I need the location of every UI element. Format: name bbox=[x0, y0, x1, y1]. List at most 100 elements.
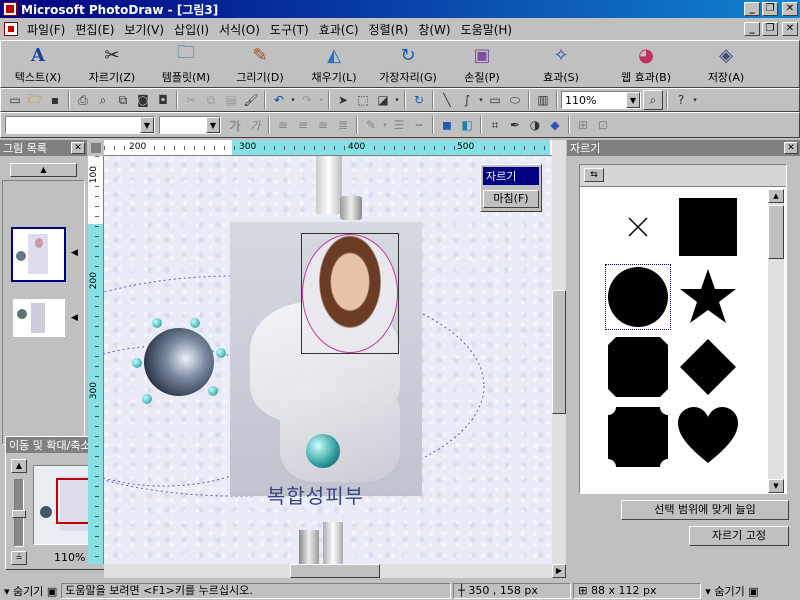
spiky-ball-graphic[interactable] bbox=[132, 318, 228, 408]
zoom-slider-track[interactable] bbox=[12, 479, 26, 547]
line-icon[interactable]: ╲ bbox=[437, 90, 457, 110]
camera-icon[interactable]: ◘ bbox=[153, 90, 173, 110]
hide-left-toggle[interactable]: ▾ 숨기기 ▣ bbox=[4, 583, 57, 599]
menu-view[interactable]: 보기(V) bbox=[119, 21, 169, 38]
notched-square-shape-icon[interactable] bbox=[606, 405, 670, 469]
zoom-in-button[interactable]: ▲ bbox=[11, 459, 27, 473]
menu-tools[interactable]: 도구(T) bbox=[265, 21, 314, 38]
zoom-select[interactable]: 110% ▼ bbox=[561, 91, 641, 109]
color-fill-icon[interactable]: ◆ bbox=[545, 115, 565, 135]
pen-icon[interactable]: ✒ bbox=[505, 115, 525, 135]
doc-close-button[interactable]: ✕ bbox=[782, 22, 798, 36]
paint-bucket-icon[interactable]: ◪ bbox=[373, 90, 393, 110]
x-shape-icon[interactable] bbox=[606, 195, 670, 259]
menu-format[interactable]: 서식(O) bbox=[214, 21, 265, 38]
font-size-dropdown-icon[interactable]: ▼ bbox=[206, 117, 220, 133]
effects-button[interactable]: ✧ 효과(S) bbox=[519, 41, 603, 89]
finish-button[interactable]: 마침(F) bbox=[483, 190, 539, 208]
align-left-icon[interactable]: ≡ bbox=[273, 115, 293, 135]
star-shape-icon[interactable] bbox=[676, 265, 740, 329]
fill-button[interactable]: ◭ 채우기(L) bbox=[297, 41, 371, 89]
zoom-fit-icon[interactable]: ⌕ bbox=[643, 90, 663, 110]
paste-icon[interactable]: ▤ bbox=[221, 90, 241, 110]
scan-icon[interactable]: ⧉ bbox=[113, 90, 133, 110]
text-frame-icon[interactable]: ▥ bbox=[533, 90, 553, 110]
open-icon[interactable]: 🗁 bbox=[25, 90, 45, 110]
group-icon[interactable]: ⊞ bbox=[573, 115, 593, 135]
menu-effects[interactable]: 효과(C) bbox=[314, 21, 364, 38]
gallery-scroll-thumb[interactable] bbox=[768, 205, 784, 259]
help-dropdown-icon[interactable]: ▾ bbox=[691, 90, 699, 110]
menu-edit[interactable]: 편집(E) bbox=[70, 21, 119, 38]
zoom-slider-thumb[interactable] bbox=[12, 510, 26, 518]
picture-thumbnail-2[interactable] bbox=[13, 299, 65, 337]
save-button[interactable]: ◈ 저장(A) bbox=[689, 41, 763, 89]
vertical-scrollbar[interactable] bbox=[552, 140, 566, 564]
dash-style-icon[interactable]: ┅ bbox=[409, 115, 429, 135]
ungroup-icon[interactable]: ⊡ bbox=[593, 115, 613, 135]
square-shape-icon[interactable] bbox=[676, 195, 740, 259]
vertical-scroll-thumb[interactable] bbox=[552, 290, 566, 414]
curve-icon[interactable]: ∫ bbox=[457, 90, 477, 110]
shape-dropdown-icon[interactable]: ▾ bbox=[477, 90, 485, 110]
touchup-button[interactable]: ▣ 손질(P) bbox=[445, 41, 519, 89]
diamond-shape-icon[interactable] bbox=[676, 335, 740, 399]
crop-icon[interactable]: ⌗ bbox=[485, 115, 505, 135]
drawing-canvas[interactable]: 복합성피부 자르기 마침(F) bbox=[104, 156, 552, 564]
help-icon[interactable]: ? bbox=[671, 90, 691, 110]
hide-right-toggle[interactable]: ▾ 숨기기 ▣ bbox=[705, 583, 758, 599]
maximize-button[interactable]: ❐ bbox=[762, 2, 778, 16]
print-icon[interactable]: ⎙ bbox=[73, 90, 93, 110]
menu-file[interactable]: 파일(F) bbox=[22, 21, 70, 38]
web-effects-button[interactable]: ◕ 웹 효과(B) bbox=[603, 41, 689, 89]
ellipse-icon[interactable]: ⬭ bbox=[505, 90, 525, 110]
template-button[interactable]: 🗀 템플릿(M) bbox=[149, 41, 223, 89]
gallery-view-icon[interactable]: ⇆ bbox=[584, 168, 604, 182]
gallery-scroll-up[interactable]: ▲ bbox=[768, 189, 784, 203]
shadow-icon[interactable]: ◼ bbox=[437, 115, 457, 135]
line-color-dropdown-icon[interactable]: ▾ bbox=[381, 115, 389, 135]
lock-cut-button[interactable]: 자르기 고정 bbox=[689, 526, 789, 546]
heart-shape-icon[interactable] bbox=[676, 405, 740, 469]
gallery-scrollbar[interactable]: ▲ ▼ bbox=[768, 189, 784, 493]
print-preview-icon[interactable]: ⌕ bbox=[93, 90, 113, 110]
3d-icon[interactable]: ◧ bbox=[457, 115, 477, 135]
teal-sphere[interactable] bbox=[306, 434, 340, 468]
menu-window[interactable]: 창(W) bbox=[413, 21, 455, 38]
gallery-scroll-down[interactable]: ▼ bbox=[768, 479, 784, 493]
minimize-button[interactable]: _ bbox=[744, 2, 760, 16]
new-icon[interactable]: ▭ bbox=[5, 90, 25, 110]
rotate-icon[interactable]: ↻ bbox=[409, 90, 429, 110]
justify-icon[interactable]: ≣ bbox=[333, 115, 353, 135]
crop-selection-box[interactable] bbox=[301, 233, 399, 354]
product-bottle-top[interactable] bbox=[304, 156, 364, 222]
edge-button[interactable]: ↻ 가장자리(G) bbox=[371, 41, 445, 89]
product-bottle-bottom[interactable] bbox=[299, 522, 349, 564]
line-style-icon[interactable]: ☰ bbox=[389, 115, 409, 135]
pointer-icon[interactable]: ➤ bbox=[333, 90, 353, 110]
picture-list-close-icon[interactable]: ✕ bbox=[71, 142, 85, 154]
doc-restore-button[interactable]: ❐ bbox=[762, 22, 778, 36]
digital-camera-icon[interactable]: ◙ bbox=[133, 90, 153, 110]
cut-button[interactable]: ✂ 자르기(Z) bbox=[75, 41, 149, 89]
menu-help[interactable]: 도움말(H) bbox=[456, 21, 518, 38]
horizontal-scrollbar[interactable] bbox=[104, 564, 552, 578]
text-button[interactable]: A 텍스트(X) bbox=[1, 41, 75, 89]
format-painter-icon[interactable]: 🖌 bbox=[241, 90, 261, 110]
zoom-dropdown-icon[interactable]: ▼ bbox=[626, 92, 640, 108]
canvas-title-text[interactable]: 복합성피부 bbox=[267, 480, 364, 509]
horizontal-scroll-thumb[interactable] bbox=[290, 564, 380, 578]
picture-thumbnail-1[interactable] bbox=[11, 227, 66, 282]
menu-arrange[interactable]: 정렬(R) bbox=[364, 21, 414, 38]
menu-insert[interactable]: 삽입(I) bbox=[169, 21, 214, 38]
italic-icon[interactable]: 가 bbox=[245, 115, 265, 135]
redo-dropdown-icon[interactable]: ▾ bbox=[317, 90, 325, 110]
photodraw-app-icon[interactable] bbox=[3, 2, 17, 16]
undo-icon[interactable]: ↶ bbox=[269, 90, 289, 110]
doc-minimize-button[interactable]: _ bbox=[744, 22, 760, 36]
draw-button[interactable]: ✎ 그리기(D) bbox=[223, 41, 297, 89]
marquee-select-icon[interactable]: ⬚ bbox=[353, 90, 373, 110]
line-color-icon[interactable]: ✎ bbox=[361, 115, 381, 135]
zoom-out-button[interactable]: ≟ bbox=[11, 551, 27, 565]
scroll-up-button[interactable]: ▲ bbox=[10, 163, 77, 177]
